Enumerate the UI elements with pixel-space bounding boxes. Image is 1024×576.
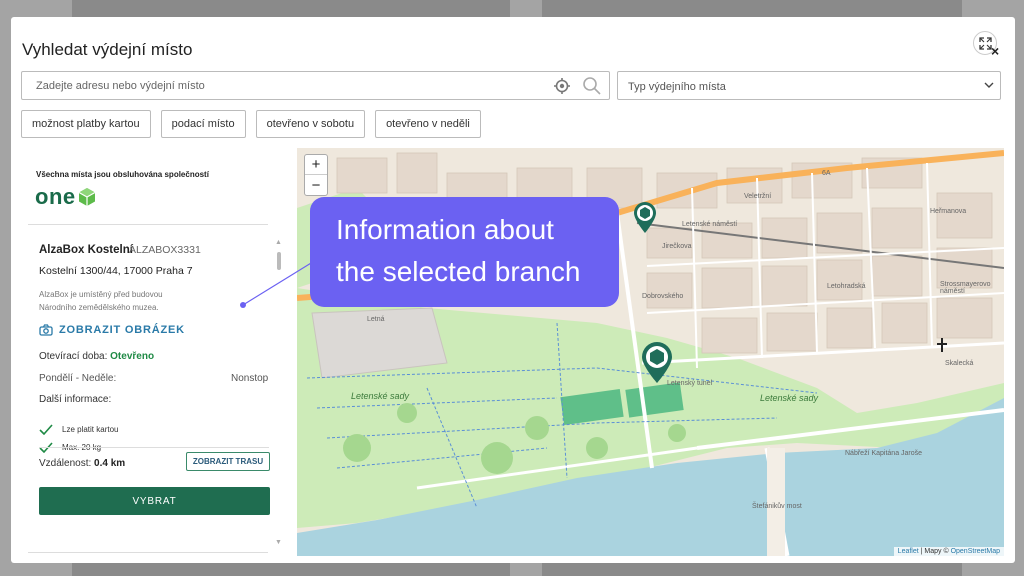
close-button[interactable]: ×	[991, 43, 999, 59]
zoom-out-button[interactable]: −	[305, 175, 327, 195]
distance-label: Vzdálenost:	[39, 458, 92, 469]
street-label: Letenské náměstí	[682, 221, 738, 228]
scroll-up-arrow[interactable]: ▲	[275, 239, 282, 246]
callout-line-1: Information about	[336, 214, 554, 245]
operator-note: Všechna místa jsou obsluhována společnos…	[36, 170, 209, 179]
street-label: Štefánikův most	[752, 503, 802, 510]
pickup-type-select[interactable]: Typ výdejního místa	[617, 71, 1001, 100]
street-label: Heřmanova	[930, 208, 967, 215]
select-branch-button[interactable]: VYBRAT	[39, 487, 270, 515]
filter-card-payment[interactable]: možnost platby kartou	[21, 110, 151, 138]
selected-branch-marker[interactable]	[640, 340, 674, 384]
scroll-down-arrow[interactable]: ▼	[275, 539, 282, 546]
divider	[28, 224, 268, 225]
hours-days: Pondělí - Neděle:	[39, 373, 117, 384]
pickup-type-select-value: Typ výdejního místa	[628, 81, 726, 93]
branch-sidebar: Všechna místa jsou obsluhována společnos…	[28, 162, 281, 552]
street-label: Skalecká	[945, 360, 974, 367]
operator-logo: one	[35, 184, 96, 210]
operator-logo-text: one	[35, 184, 76, 209]
filter-bar: možnost platby kartou podací místo otevř…	[21, 110, 491, 138]
chevron-down-icon	[984, 82, 994, 88]
expand-icon	[978, 36, 992, 50]
street-label: Dobrovského	[642, 293, 684, 300]
branch-address: Kostelní 1300/44, 17000 Praha 7	[39, 265, 193, 277]
street-label: Strossmayerovo náměstí	[940, 281, 991, 295]
street-label: Veletržní	[744, 193, 772, 200]
divider	[39, 447, 269, 448]
street-label: Jirečkova	[662, 243, 692, 250]
map-attribution: Leaflet | Mapy © OpenStreetMap	[893, 547, 1004, 556]
park-label: Letenské sady	[760, 393, 819, 403]
zoom-control: + −	[304, 154, 328, 196]
park-label: Letenské sady	[351, 391, 410, 401]
opening-hours-label: Otevírací doba:	[39, 351, 108, 362]
search-field[interactable]	[21, 71, 610, 100]
search-icon[interactable]	[582, 76, 601, 95]
filter-open-saturday[interactable]: otevřeno v sobotu	[255, 110, 366, 138]
camera-icon	[39, 324, 53, 336]
attribution-separator: | Mapy ©	[918, 548, 951, 555]
branch-code: ALZABOX3331	[129, 244, 201, 256]
info-item-card: Lze platit kartou	[39, 424, 118, 435]
modal-title: Vyhledat výdejní místo	[22, 40, 193, 59]
location-target-icon[interactable]	[554, 78, 570, 94]
zoom-in-button[interactable]: +	[305, 155, 327, 175]
cube-logo-icon	[78, 188, 95, 206]
street-label: 6A	[822, 170, 831, 177]
sidebar-scrollbar[interactable]	[277, 252, 281, 270]
divider	[28, 552, 268, 553]
street-label: Letná	[367, 316, 385, 323]
distance-value: 0.4 km	[94, 458, 126, 469]
opening-status: Otevřeno	[110, 351, 155, 362]
more-info-label: Další informace:	[39, 394, 112, 405]
leaflet-link[interactable]: Leaflet	[898, 548, 919, 555]
show-photo-link[interactable]: ZOBRAZIT OBRÁZEK	[39, 324, 185, 336]
filter-open-sunday[interactable]: otevřeno v neděli	[375, 110, 481, 138]
checkmark-icon	[39, 424, 53, 435]
search-input[interactable]	[22, 72, 542, 99]
branch-name: AlzaBox Kostelní	[39, 244, 133, 256]
branch-map-marker[interactable]	[632, 200, 658, 234]
filter-drop-off[interactable]: podací místo	[160, 110, 246, 138]
annotation-callout: Information about the selected branch	[310, 197, 619, 307]
street-label: Nábřeží Kapitána Jaroše	[845, 450, 923, 457]
callout-line-2: the selected branch	[336, 256, 581, 287]
show-photo-label: ZOBRAZIT OBRÁZEK	[59, 324, 185, 336]
distance: Vzdálenost: 0.4 km	[39, 458, 125, 469]
opening-hours: Otevírací doba: Otevřeno	[39, 351, 154, 362]
street-label: Letohradská	[827, 283, 866, 290]
osm-link[interactable]: OpenStreetMap	[951, 548, 1000, 555]
branch-description: AlzaBox je umístěný před budovou Národní…	[39, 290, 163, 312]
hours-value: Nonstop	[231, 373, 269, 384]
info-item-label: Lze platit kartou	[62, 425, 119, 434]
show-route-button[interactable]: ZOBRAZIT TRASU	[186, 452, 270, 471]
